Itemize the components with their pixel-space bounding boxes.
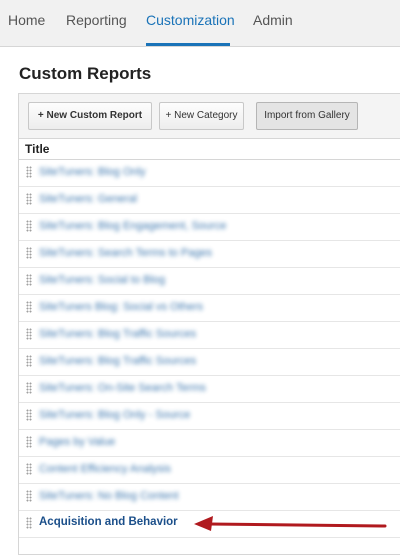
top-navigation: Home Reporting Customization Admin bbox=[0, 0, 400, 47]
tab-customization[interactable]: Customization bbox=[146, 12, 235, 28]
tab-admin[interactable]: Admin bbox=[253, 12, 293, 28]
drag-handle-icon[interactable] bbox=[26, 166, 32, 178]
drag-handle-icon[interactable] bbox=[26, 328, 32, 340]
table-row: SiteTuners: Blog Traffic Sources bbox=[19, 349, 400, 376]
report-link[interactable]: SiteTuners: No Blog Content bbox=[39, 490, 179, 502]
new-category-button[interactable]: + New Category bbox=[159, 102, 244, 130]
page-title: Custom Reports bbox=[19, 64, 152, 83]
drag-handle-icon[interactable] bbox=[26, 409, 32, 421]
drag-handle-icon[interactable] bbox=[26, 301, 32, 313]
table-row: Content Efficiency Analysis bbox=[19, 457, 400, 484]
table-row: SiteTuners: Blog Only bbox=[19, 160, 400, 187]
active-tab-indicator bbox=[146, 43, 230, 46]
table-row: SiteTuners Blog: Social vs Others bbox=[19, 295, 400, 322]
import-from-gallery-button[interactable]: Import from Gallery bbox=[256, 102, 358, 130]
table-row: SiteTuners: Blog Traffic Sources bbox=[19, 322, 400, 349]
drag-handle-icon[interactable] bbox=[26, 382, 32, 394]
report-link[interactable]: Pages by Value bbox=[39, 436, 115, 448]
table-row: SiteTuners: Search Terms to Pages bbox=[19, 241, 400, 268]
drag-handle-icon[interactable] bbox=[26, 247, 32, 259]
report-link[interactable]: SiteTuners: Social to Blog bbox=[39, 274, 165, 286]
report-link[interactable]: SiteTuners: General bbox=[39, 193, 137, 205]
tab-home[interactable]: Home bbox=[8, 12, 45, 28]
column-header-label: Title bbox=[25, 142, 50, 156]
report-link[interactable]: SiteTuners: Blog Only - Source bbox=[39, 409, 190, 421]
table-row: SiteTuners: On-Site Search Terms bbox=[19, 376, 400, 403]
new-custom-report-button[interactable]: + New Custom Report bbox=[28, 102, 152, 130]
report-link[interactable]: SiteTuners: Blog Traffic Sources bbox=[39, 355, 196, 367]
report-link[interactable]: Content Efficiency Analysis bbox=[39, 463, 171, 475]
table-row: SiteTuners: Blog Only - Source bbox=[19, 403, 400, 430]
toolbar: + New Custom Report + New Category Impor… bbox=[19, 94, 400, 139]
drag-handle-icon[interactable] bbox=[26, 274, 32, 286]
drag-handle-icon[interactable] bbox=[26, 436, 32, 448]
report-link[interactable]: SiteTuners: On-Site Search Terms bbox=[39, 382, 206, 394]
report-link[interactable]: SiteTuners: Blog Engagement, Source bbox=[39, 220, 226, 232]
report-link[interactable]: SiteTuners: Blog Traffic Sources bbox=[39, 328, 196, 340]
drag-handle-icon[interactable] bbox=[26, 220, 32, 232]
report-link[interactable]: Acquisition and Behavior bbox=[39, 516, 178, 528]
drag-handle-icon[interactable] bbox=[26, 463, 32, 475]
report-link[interactable]: SiteTuners Blog: Social vs Others bbox=[39, 301, 203, 313]
report-link[interactable]: SiteTuners: Search Terms to Pages bbox=[39, 247, 212, 259]
table-row: SiteTuners: Blog Engagement, Source bbox=[19, 214, 400, 241]
annotation-arrow bbox=[194, 516, 387, 531]
drag-handle-icon[interactable] bbox=[26, 490, 32, 502]
drag-handle-icon[interactable] bbox=[26, 355, 32, 367]
custom-reports-panel: + New Custom Report + New Category Impor… bbox=[18, 93, 400, 555]
table-row: SiteTuners: No Blog Content bbox=[19, 484, 400, 511]
table-row: SiteTuners: General bbox=[19, 187, 400, 214]
tab-reporting[interactable]: Reporting bbox=[66, 12, 127, 28]
drag-handle-icon[interactable] bbox=[26, 517, 32, 529]
report-link[interactable]: SiteTuners: Blog Only bbox=[39, 166, 146, 178]
table-row: SiteTuners: Social to Blog bbox=[19, 268, 400, 295]
column-header-title[interactable]: Title bbox=[19, 139, 400, 160]
table-row: Pages by Value bbox=[19, 430, 400, 457]
drag-handle-icon[interactable] bbox=[26, 193, 32, 205]
